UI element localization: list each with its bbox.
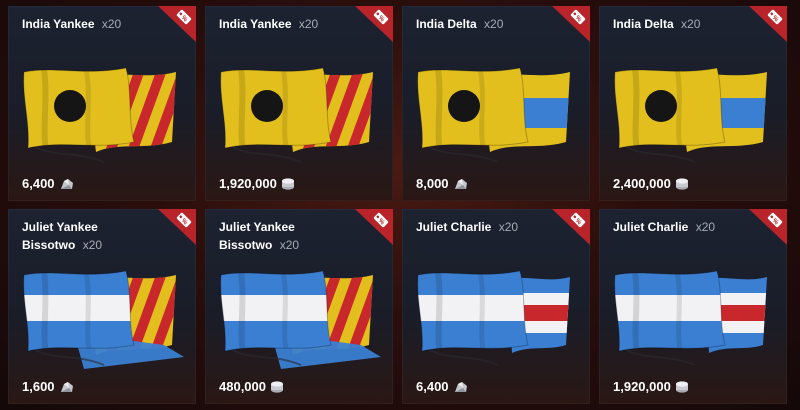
item-name: Juliet Charlie (416, 220, 492, 234)
item-price: 6,400 (416, 379, 469, 394)
item-name-line2: Bissotwo (22, 238, 76, 252)
price-value: 480,000 (219, 379, 266, 394)
item-name: Juliet Yankee (219, 220, 295, 234)
signal-flag-image (220, 270, 381, 369)
item-title: India Delta x20 (416, 15, 546, 33)
price-value: 6,400 (22, 176, 55, 191)
item-title: Juliet Charlie x20 (416, 218, 546, 236)
item-quantity: x20 (279, 238, 300, 252)
item-name: Juliet Charlie (613, 220, 689, 234)
item-price: 1,920,000 (219, 176, 295, 191)
signal-flag-image (220, 67, 373, 163)
shop-grid: India Yankee x20 % 6,400 India Yankee x2… (8, 6, 787, 404)
shop-item-card[interactable]: Juliet Yankee Bissotwo x20 % 480,000 (205, 209, 393, 404)
shop-item-card[interactable]: India Yankee x20 % 6,400 (8, 6, 196, 201)
item-quantity: x20 (298, 17, 319, 31)
item-name: India Delta (416, 17, 477, 31)
discount-tag-icon: % (552, 209, 590, 245)
shop-item-card[interactable]: Juliet Charlie x20 % 6,400 (402, 209, 590, 404)
shop-item-card[interactable]: Juliet Charlie x20 % 1,920,000 (599, 209, 787, 404)
signal-flag-image (614, 270, 767, 366)
credits-icon (675, 380, 688, 393)
credits-icon (675, 177, 688, 190)
item-title: India Yankee x20 (22, 15, 152, 33)
shop-item-card[interactable]: Juliet Yankee Bissotwo x20 % 1,600 (8, 209, 196, 404)
item-name-line2: Bissotwo (219, 238, 273, 252)
discount-tag-icon: % (355, 6, 393, 42)
discount-tag-icon: % (158, 209, 196, 245)
price-value: 1,920,000 (613, 379, 671, 394)
credits-icon (281, 177, 294, 190)
item-title: Juliet Yankee Bissotwo x20 (219, 218, 349, 254)
signal-flag-image (23, 270, 184, 369)
item-quantity: x20 (498, 220, 519, 234)
credits-icon (271, 380, 283, 393)
coal-icon (454, 381, 467, 392)
item-price: 1,920,000 (613, 379, 689, 394)
price-value: 1,600 (22, 379, 55, 394)
signal-flag-image (23, 67, 176, 163)
item-name: India Yankee (219, 17, 292, 31)
item-quantity: x20 (681, 17, 701, 31)
discount-tag-icon: % (749, 6, 787, 42)
signal-flag-image (417, 67, 570, 163)
shop-item-card[interactable]: India Delta x20 % 8,000 (402, 6, 590, 201)
item-title: India Yankee x20 (219, 15, 349, 33)
price-value: 8,000 (416, 176, 449, 191)
item-price: 1,600 (22, 379, 75, 394)
item-name: India Delta (613, 17, 674, 31)
discount-tag-icon: % (158, 6, 196, 42)
item-price: 8,000 (416, 176, 469, 191)
price-value: 2,400,000 (613, 176, 671, 191)
signal-flag-image (614, 67, 767, 163)
discount-tag-icon: % (749, 209, 787, 245)
item-quantity: x20 (695, 220, 716, 234)
item-quantity: x20 (82, 238, 103, 252)
item-quantity: x20 (101, 17, 122, 31)
item-title: India Delta x20 (613, 15, 743, 33)
item-title: Juliet Yankee Bissotwo x20 (22, 218, 152, 254)
price-value: 1,920,000 (219, 176, 277, 191)
signal-flag-image (417, 270, 570, 366)
discount-tag-icon: % (355, 209, 393, 245)
item-name: India Yankee (22, 17, 95, 31)
coal-icon (60, 178, 73, 189)
item-price: 2,400,000 (613, 176, 689, 191)
shop-item-card[interactable]: India Delta x20 % 2,400,000 (599, 6, 787, 201)
item-title: Juliet Charlie x20 (613, 218, 743, 236)
price-value: 6,400 (416, 379, 449, 394)
item-quantity: x20 (484, 17, 504, 31)
item-price: 6,400 (22, 176, 75, 191)
item-name: Juliet Yankee (22, 220, 98, 234)
coal-icon (454, 178, 467, 189)
discount-tag-icon: % (552, 6, 590, 42)
item-price: 480,000 (219, 379, 284, 394)
shop-item-card[interactable]: India Yankee x20 % 1,920,000 (205, 6, 393, 201)
coal-icon (60, 381, 73, 392)
